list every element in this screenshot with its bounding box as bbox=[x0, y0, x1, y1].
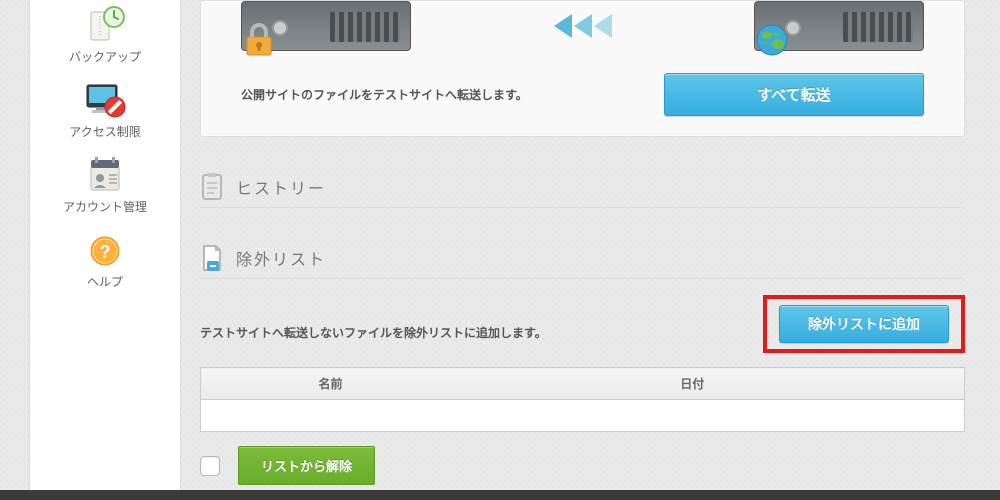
lock-icon bbox=[240, 21, 278, 64]
main-content: 公開サイトのファイルをテストサイトへ転送します。 すべて転送 ヒストリー 除外リ… bbox=[190, 0, 1000, 500]
transfer-panel: 公開サイトのファイルをテストサイトへ転送します。 すべて転送 bbox=[200, 0, 965, 137]
transfer-all-button[interactable]: すべて転送 bbox=[664, 73, 924, 116]
sidebar-item-label: アクセス制限 bbox=[30, 123, 180, 140]
public-server-illustration bbox=[754, 1, 924, 51]
backup-icon bbox=[81, 6, 129, 46]
sidebar-item-help[interactable]: ? ヘルプ bbox=[30, 225, 180, 300]
access-restriction-icon bbox=[81, 81, 129, 121]
exclude-title: 除外リスト bbox=[236, 246, 326, 270]
globe-icon bbox=[753, 21, 791, 64]
date-column-header: 日付 bbox=[421, 368, 965, 400]
locked-server-illustration bbox=[241, 1, 411, 51]
account-icon bbox=[81, 156, 129, 196]
exclude-description: テストサイトへ転送しないファイルを除外リストに追加します。 bbox=[200, 324, 547, 341]
help-icon: ? bbox=[81, 231, 129, 271]
select-all-checkbox[interactable] bbox=[200, 456, 220, 476]
add-to-exclude-button[interactable]: 除外リストに追加 bbox=[779, 305, 949, 343]
sidebar-item-backup[interactable]: バックアップ bbox=[30, 0, 180, 75]
transfer-arrows-icon bbox=[554, 14, 612, 38]
sidebar-item-label: バックアップ bbox=[30, 48, 180, 65]
remove-from-list-button[interactable]: リストから解除 bbox=[238, 446, 375, 485]
exclude-table: 名前 日付 bbox=[200, 367, 965, 432]
sidebar-item-label: ヘルプ bbox=[30, 273, 180, 290]
checkbox-column-header bbox=[201, 368, 241, 400]
name-column-header: 名前 bbox=[241, 368, 421, 400]
transfer-caption-text: 公開サイトのファイルをテストサイトへ転送します。 bbox=[241, 86, 528, 103]
sidebar-item-label: アカウント管理 bbox=[30, 198, 180, 215]
history-title: ヒストリー bbox=[236, 175, 326, 199]
highlight-callout: 除外リストに追加 bbox=[763, 295, 965, 353]
sidebar-item-access[interactable]: アクセス制限 bbox=[30, 75, 180, 150]
exclude-list-icon bbox=[200, 244, 224, 272]
history-section: ヒストリー bbox=[200, 173, 965, 208]
footer-strip bbox=[0, 490, 1000, 500]
svg-text:?: ? bbox=[100, 242, 111, 262]
sidebar-item-account[interactable]: アカウント管理 bbox=[30, 150, 180, 225]
sidebar: バックアップ アクセス制限 アカウント管理 ? ヘルプ bbox=[30, 0, 180, 500]
table-row bbox=[201, 400, 965, 432]
exclude-section: 除外リスト テストサイトへ転送しないファイルを除外リストに追加します。 除外リス… bbox=[200, 244, 965, 485]
history-icon bbox=[200, 173, 224, 201]
